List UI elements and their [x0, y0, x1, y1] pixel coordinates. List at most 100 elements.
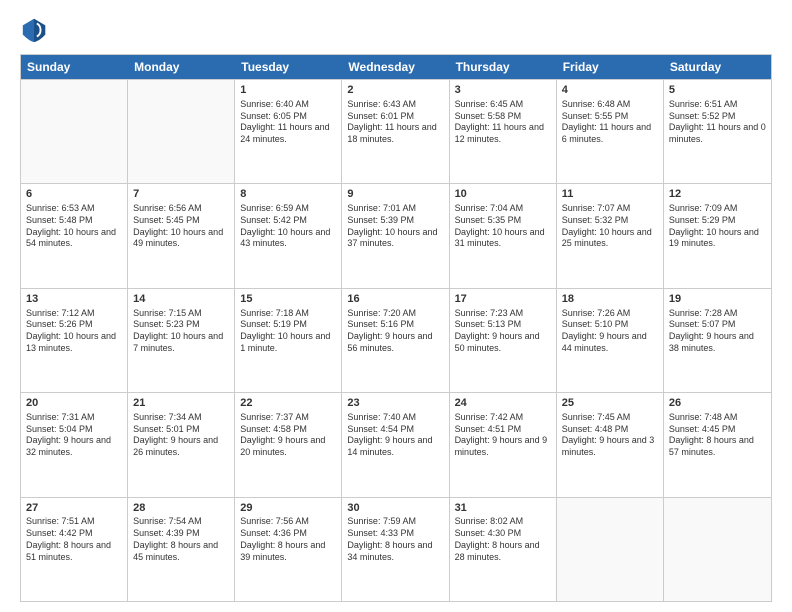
- header-day-monday: Monday: [128, 55, 235, 79]
- cal-cell: 13Sunrise: 7:12 AM Sunset: 5:26 PM Dayli…: [21, 289, 128, 392]
- cell-details: Sunrise: 7:18 AM Sunset: 5:19 PM Dayligh…: [240, 308, 336, 355]
- cal-cell: 29Sunrise: 7:56 AM Sunset: 4:36 PM Dayli…: [235, 498, 342, 601]
- day-number: 4: [562, 83, 658, 98]
- header-day-thursday: Thursday: [450, 55, 557, 79]
- day-number: 23: [347, 396, 443, 411]
- cell-details: Sunrise: 7:26 AM Sunset: 5:10 PM Dayligh…: [562, 308, 658, 355]
- calendar: SundayMondayTuesdayWednesdayThursdayFrid…: [20, 54, 772, 602]
- day-number: 13: [26, 292, 122, 307]
- cell-details: Sunrise: 7:42 AM Sunset: 4:51 PM Dayligh…: [455, 412, 551, 459]
- cal-cell: 3Sunrise: 6:45 AM Sunset: 5:58 PM Daylig…: [450, 80, 557, 183]
- cell-details: Sunrise: 7:51 AM Sunset: 4:42 PM Dayligh…: [26, 516, 122, 563]
- day-number: 1: [240, 83, 336, 98]
- cal-cell: 14Sunrise: 7:15 AM Sunset: 5:23 PM Dayli…: [128, 289, 235, 392]
- cell-details: Sunrise: 7:12 AM Sunset: 5:26 PM Dayligh…: [26, 308, 122, 355]
- week-row-4: 20Sunrise: 7:31 AM Sunset: 5:04 PM Dayli…: [21, 392, 771, 496]
- logo: [20, 16, 52, 44]
- cell-details: Sunrise: 7:31 AM Sunset: 5:04 PM Dayligh…: [26, 412, 122, 459]
- day-number: 20: [26, 396, 122, 411]
- header-day-friday: Friday: [557, 55, 664, 79]
- cal-cell: 2Sunrise: 6:43 AM Sunset: 6:01 PM Daylig…: [342, 80, 449, 183]
- day-number: 17: [455, 292, 551, 307]
- cal-cell: 21Sunrise: 7:34 AM Sunset: 5:01 PM Dayli…: [128, 393, 235, 496]
- day-number: 2: [347, 83, 443, 98]
- day-number: 7: [133, 187, 229, 202]
- cal-cell: 23Sunrise: 7:40 AM Sunset: 4:54 PM Dayli…: [342, 393, 449, 496]
- cell-details: Sunrise: 6:48 AM Sunset: 5:55 PM Dayligh…: [562, 99, 658, 146]
- cal-cell: 15Sunrise: 7:18 AM Sunset: 5:19 PM Dayli…: [235, 289, 342, 392]
- day-number: 11: [562, 187, 658, 202]
- day-number: 25: [562, 396, 658, 411]
- cell-details: Sunrise: 7:37 AM Sunset: 4:58 PM Dayligh…: [240, 412, 336, 459]
- day-number: 26: [669, 396, 766, 411]
- week-row-2: 6Sunrise: 6:53 AM Sunset: 5:48 PM Daylig…: [21, 183, 771, 287]
- page: SundayMondayTuesdayWednesdayThursdayFrid…: [0, 0, 792, 612]
- cell-details: Sunrise: 7:54 AM Sunset: 4:39 PM Dayligh…: [133, 516, 229, 563]
- header-day-tuesday: Tuesday: [235, 55, 342, 79]
- cal-cell: 31Sunrise: 8:02 AM Sunset: 4:30 PM Dayli…: [450, 498, 557, 601]
- week-row-5: 27Sunrise: 7:51 AM Sunset: 4:42 PM Dayli…: [21, 497, 771, 601]
- header: [20, 16, 772, 44]
- cal-cell: 20Sunrise: 7:31 AM Sunset: 5:04 PM Dayli…: [21, 393, 128, 496]
- day-number: 22: [240, 396, 336, 411]
- cell-details: Sunrise: 7:15 AM Sunset: 5:23 PM Dayligh…: [133, 308, 229, 355]
- cell-details: Sunrise: 7:45 AM Sunset: 4:48 PM Dayligh…: [562, 412, 658, 459]
- cal-cell: 17Sunrise: 7:23 AM Sunset: 5:13 PM Dayli…: [450, 289, 557, 392]
- day-number: 28: [133, 501, 229, 516]
- day-number: 16: [347, 292, 443, 307]
- calendar-body: 1Sunrise: 6:40 AM Sunset: 6:05 PM Daylig…: [21, 79, 771, 601]
- day-number: 8: [240, 187, 336, 202]
- cal-cell: 28Sunrise: 7:54 AM Sunset: 4:39 PM Dayli…: [128, 498, 235, 601]
- header-day-wednesday: Wednesday: [342, 55, 449, 79]
- cal-cell: 18Sunrise: 7:26 AM Sunset: 5:10 PM Dayli…: [557, 289, 664, 392]
- cell-details: Sunrise: 7:48 AM Sunset: 4:45 PM Dayligh…: [669, 412, 766, 459]
- day-number: 10: [455, 187, 551, 202]
- cell-details: Sunrise: 6:59 AM Sunset: 5:42 PM Dayligh…: [240, 203, 336, 250]
- day-number: 27: [26, 501, 122, 516]
- cal-cell: 16Sunrise: 7:20 AM Sunset: 5:16 PM Dayli…: [342, 289, 449, 392]
- cal-cell: [21, 80, 128, 183]
- day-number: 14: [133, 292, 229, 307]
- cell-details: Sunrise: 7:28 AM Sunset: 5:07 PM Dayligh…: [669, 308, 766, 355]
- cell-details: Sunrise: 7:34 AM Sunset: 5:01 PM Dayligh…: [133, 412, 229, 459]
- cell-details: Sunrise: 6:43 AM Sunset: 6:01 PM Dayligh…: [347, 99, 443, 146]
- cal-cell: 24Sunrise: 7:42 AM Sunset: 4:51 PM Dayli…: [450, 393, 557, 496]
- cell-details: Sunrise: 7:23 AM Sunset: 5:13 PM Dayligh…: [455, 308, 551, 355]
- logo-icon: [20, 16, 48, 44]
- header-day-sunday: Sunday: [21, 55, 128, 79]
- cell-details: Sunrise: 6:40 AM Sunset: 6:05 PM Dayligh…: [240, 99, 336, 146]
- cell-details: Sunrise: 6:51 AM Sunset: 5:52 PM Dayligh…: [669, 99, 766, 146]
- cell-details: Sunrise: 7:40 AM Sunset: 4:54 PM Dayligh…: [347, 412, 443, 459]
- day-number: 31: [455, 501, 551, 516]
- cal-cell: [557, 498, 664, 601]
- day-number: 18: [562, 292, 658, 307]
- cell-details: Sunrise: 7:07 AM Sunset: 5:32 PM Dayligh…: [562, 203, 658, 250]
- cell-details: Sunrise: 6:56 AM Sunset: 5:45 PM Dayligh…: [133, 203, 229, 250]
- cell-details: Sunrise: 6:53 AM Sunset: 5:48 PM Dayligh…: [26, 203, 122, 250]
- cal-cell: 19Sunrise: 7:28 AM Sunset: 5:07 PM Dayli…: [664, 289, 771, 392]
- cell-details: Sunrise: 7:09 AM Sunset: 5:29 PM Dayligh…: [669, 203, 766, 250]
- day-number: 29: [240, 501, 336, 516]
- cal-cell: 10Sunrise: 7:04 AM Sunset: 5:35 PM Dayli…: [450, 184, 557, 287]
- cal-cell: 5Sunrise: 6:51 AM Sunset: 5:52 PM Daylig…: [664, 80, 771, 183]
- cal-cell: 4Sunrise: 6:48 AM Sunset: 5:55 PM Daylig…: [557, 80, 664, 183]
- header-day-saturday: Saturday: [664, 55, 771, 79]
- calendar-header: SundayMondayTuesdayWednesdayThursdayFrid…: [21, 55, 771, 79]
- cal-cell: 1Sunrise: 6:40 AM Sunset: 6:05 PM Daylig…: [235, 80, 342, 183]
- cal-cell: 9Sunrise: 7:01 AM Sunset: 5:39 PM Daylig…: [342, 184, 449, 287]
- cal-cell: 27Sunrise: 7:51 AM Sunset: 4:42 PM Dayli…: [21, 498, 128, 601]
- cal-cell: [664, 498, 771, 601]
- cal-cell: 26Sunrise: 7:48 AM Sunset: 4:45 PM Dayli…: [664, 393, 771, 496]
- day-number: 6: [26, 187, 122, 202]
- cal-cell: [128, 80, 235, 183]
- cal-cell: 8Sunrise: 6:59 AM Sunset: 5:42 PM Daylig…: [235, 184, 342, 287]
- cell-details: Sunrise: 6:45 AM Sunset: 5:58 PM Dayligh…: [455, 99, 551, 146]
- day-number: 12: [669, 187, 766, 202]
- day-number: 24: [455, 396, 551, 411]
- week-row-1: 1Sunrise: 6:40 AM Sunset: 6:05 PM Daylig…: [21, 79, 771, 183]
- cal-cell: 7Sunrise: 6:56 AM Sunset: 5:45 PM Daylig…: [128, 184, 235, 287]
- cal-cell: 22Sunrise: 7:37 AM Sunset: 4:58 PM Dayli…: [235, 393, 342, 496]
- day-number: 3: [455, 83, 551, 98]
- cell-details: Sunrise: 7:01 AM Sunset: 5:39 PM Dayligh…: [347, 203, 443, 250]
- cal-cell: 11Sunrise: 7:07 AM Sunset: 5:32 PM Dayli…: [557, 184, 664, 287]
